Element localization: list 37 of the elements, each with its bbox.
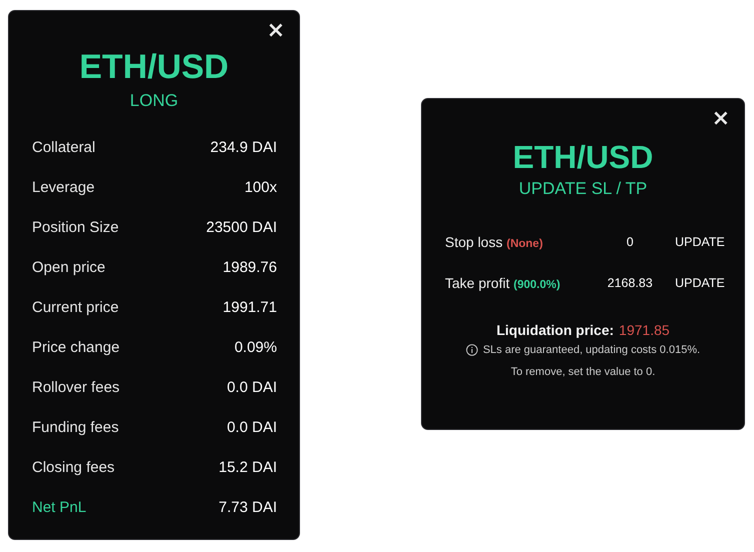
close-button[interactable]: × (710, 108, 732, 130)
hint-text: To remove, set the value to 0. (510, 366, 656, 378)
row-label: Funding fees (32, 418, 119, 436)
panel-subtitle: UPDATE SL / TP (518, 178, 648, 200)
row-label: Net PnL (32, 498, 86, 516)
row-value: 1989.76 (222, 258, 277, 276)
row-value: 234.9 DAI (210, 138, 277, 156)
liquidation-value: 1971.85 (618, 322, 670, 338)
update-button[interactable]: UPDATE (671, 233, 729, 251)
row-value: 0.0 DAI (226, 418, 277, 436)
row-label: Rollover fees (32, 378, 120, 396)
info-icon (466, 344, 478, 356)
row-label: Closing fees (32, 458, 115, 476)
row-value: 23500 DAI (206, 218, 277, 236)
row-value: 100x (244, 178, 277, 196)
row-value: 0.0 DAI (226, 378, 277, 396)
row-label: Current price (32, 298, 119, 316)
row-value: 2168.83 (606, 276, 654, 290)
row-label: Leverage (32, 178, 95, 196)
row-label: Take profit (900.0%) (445, 275, 562, 291)
row-label: Open price (32, 258, 106, 276)
close-button[interactable]: × (264, 20, 287, 42)
row-value: 0 (626, 235, 634, 249)
pair-title: ETH/USD (79, 47, 229, 87)
row-label: Stop loss (None) (445, 234, 544, 250)
position-side: LONG (130, 90, 178, 112)
update-button[interactable]: UPDATE (671, 274, 729, 292)
row-label: Collateral (32, 138, 96, 156)
row-value: 1991.71 (222, 298, 277, 316)
pair-title: ETH/USD (512, 138, 654, 177)
info-text: SLs are guaranteed, updating costs 0.015%. (482, 344, 700, 356)
row-label: Price change (32, 338, 120, 356)
liquidation-label: Liquidation price: (496, 322, 614, 338)
row-value: 0.09% (234, 338, 277, 356)
row-label: Position Size (32, 218, 119, 236)
row-value: 7.73 DAI (218, 498, 277, 516)
row-value: 15.2 DAI (218, 458, 277, 476)
